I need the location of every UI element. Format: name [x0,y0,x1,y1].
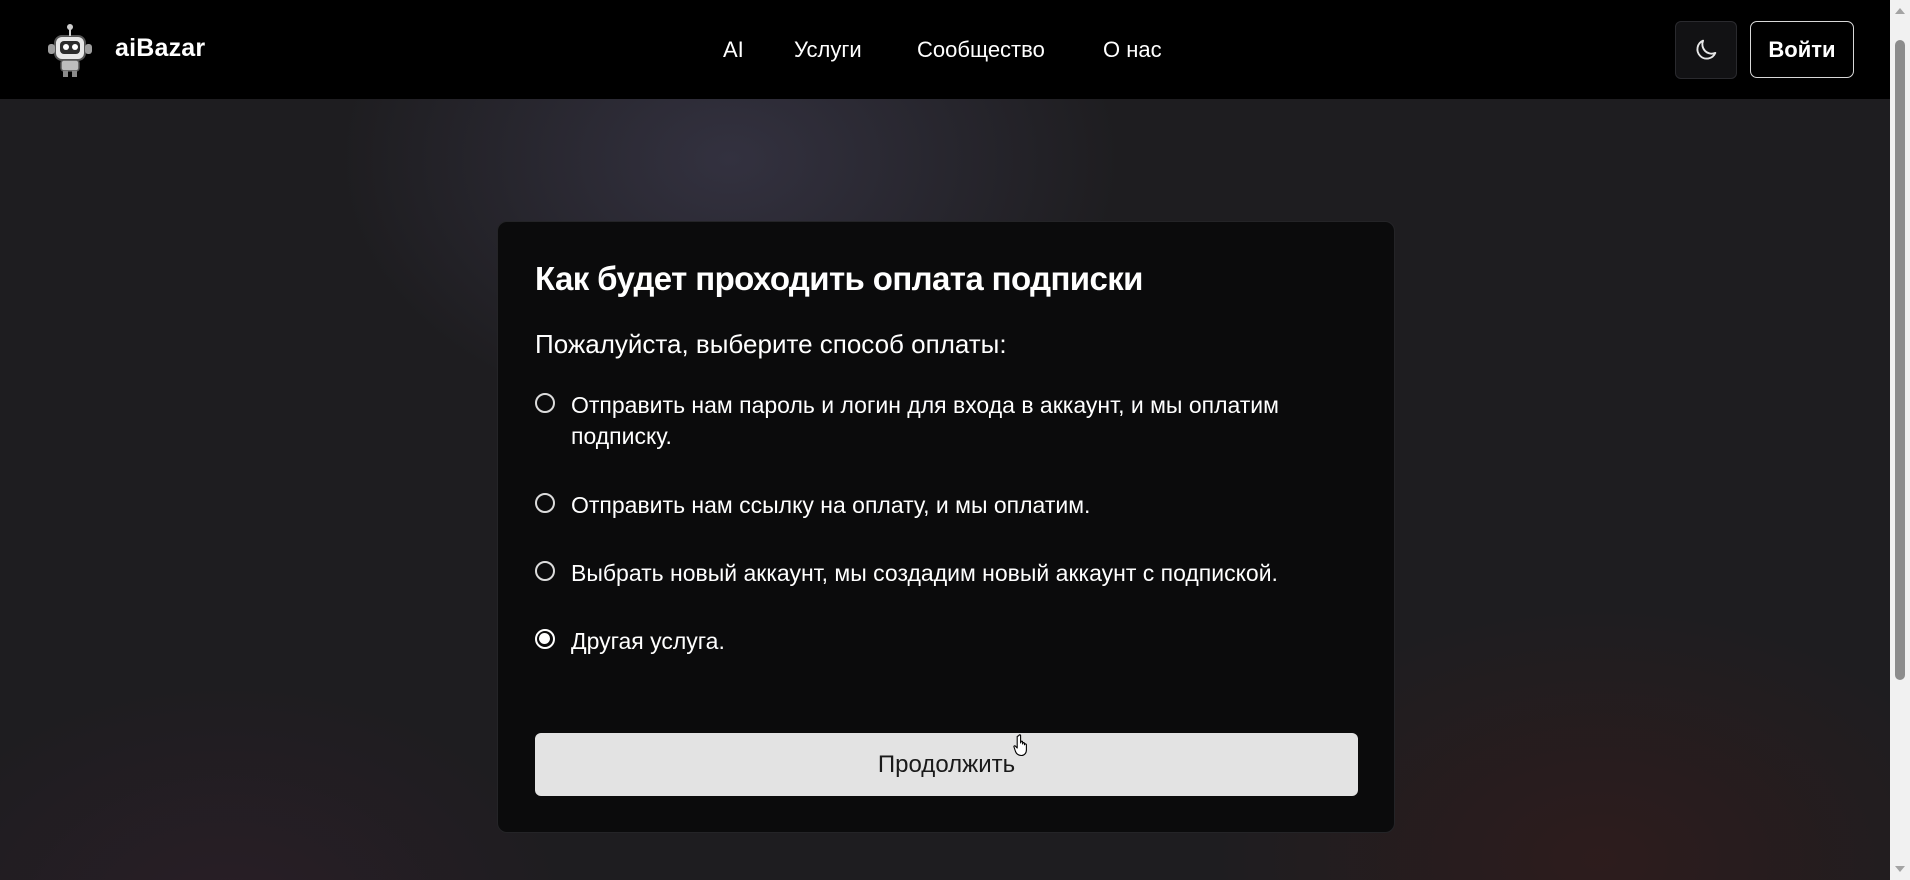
nav-item-ai[interactable]: AI [723,37,744,63]
nav-item-about[interactable]: О нас [1103,37,1162,63]
vertical-scrollbar[interactable] [1890,0,1910,880]
moon-icon [1696,39,1717,60]
hand-pointer-cursor-icon [1013,734,1027,757]
radio-button-selected[interactable] [535,629,555,649]
option-label: Отправить нам ссылку на оплату, и мы опл… [571,492,1091,518]
option-label: Выбрать новый аккаунт, мы создадим новый… [571,560,1278,586]
robot-icon[interactable] [46,22,96,78]
option-label: Другая услуга. [571,628,725,654]
radio-button[interactable] [535,493,555,513]
payment-method-card: Как будет проходить оплата подписки Пожа… [497,221,1395,833]
payment-option-other-service[interactable]: Другая услуга. [535,626,1355,657]
top-navbar: aiBazar AI Услуги Сообщество О нас Войти [0,0,1890,99]
theme-toggle-button[interactable] [1675,21,1737,79]
scroll-up-arrow-icon[interactable] [1895,8,1905,14]
radio-button[interactable] [535,393,555,413]
radio-button[interactable] [535,561,555,581]
payment-option-credentials[interactable]: Отправить нам пароль и логин для входа в… [535,390,1355,452]
card-subtitle: Пожалуйста, выберите способ оплаты: [535,329,1007,359]
brand-name[interactable]: aiBazar [115,34,205,63]
nav-item-community[interactable]: Сообщество [917,37,1045,63]
payment-option-link[interactable]: Отправить нам ссылку на оплату, и мы опл… [535,490,1355,521]
scroll-down-arrow-icon[interactable] [1895,866,1905,872]
continue-button[interactable]: Продолжить [535,733,1358,796]
login-button[interactable]: Войти [1750,21,1854,78]
option-label: Отправить нам пароль и логин для входа в… [571,392,1279,449]
scrollbar-thumb[interactable] [1895,40,1905,680]
payment-option-new-account[interactable]: Выбрать новый аккаунт, мы создадим новый… [535,558,1355,589]
main-nav: AI Услуги Сообщество О нас [0,37,1890,67]
card-title: Как будет проходить оплата подписки [535,260,1143,297]
nav-item-services[interactable]: Услуги [794,37,862,63]
